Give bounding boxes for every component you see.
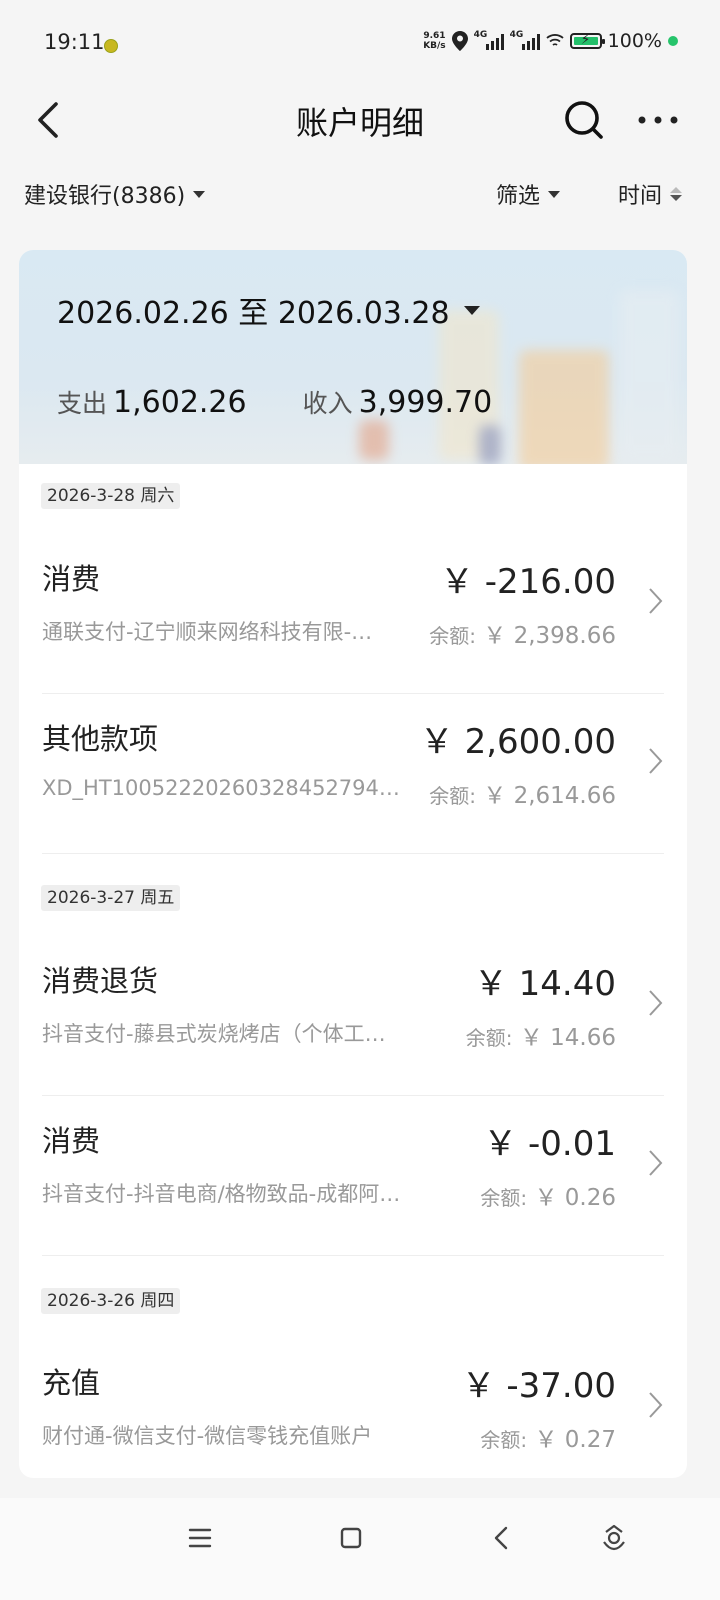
expense-value: 1,602.26 [113,385,247,420]
caret-down-icon [193,190,206,198]
more-dots-icon [638,116,678,124]
balance-value: ￥ 2,614.66 [483,783,616,809]
balance-label: 余额: [465,1026,513,1050]
transaction-type: 充值 [42,1366,101,1400]
signal-label-1: 4G [473,30,488,40]
search-icon [565,101,603,139]
chevron-right-icon [649,1150,663,1176]
balance-label: 余额: [480,1428,528,1452]
transaction-row[interactable]: 消费退货 ￥ 14.40 抖音支付-藤县式炭烧烤店（个体工商… 余额: ￥ 14… [19,936,687,1096]
filter-label: 筛选 [496,184,541,209]
page-title: 账户明细 [295,104,424,142]
status-indicators: 9.61 KB/s 4G 4G ⚡ 100% [423,30,678,52]
back-nav-button[interactable] [482,1518,522,1558]
balance-label: 余额: [429,784,476,808]
account-label: 建设银行(8386) [24,184,186,209]
chevron-right-icon [649,748,663,774]
net-speed: 9.61 KB/s [423,31,445,51]
search-button[interactable] [562,98,606,142]
balance-value: ￥ 2,398.66 [483,623,616,649]
expense-label: 支出 [57,389,108,418]
home-button[interactable] [331,1518,371,1558]
transactions-card: 2026.02.26 至 2026.03.28 支出 1,602.26 收入 3,9… [19,250,687,1478]
transaction-amount: ￥ 14.40 [473,964,616,1004]
transaction-description: 抖音支付-抖音电商/格物致品-成都阿… [42,1182,401,1206]
balance-value: ￥ 14.66 [519,1025,616,1051]
date-group-header: 2026-3-27 周五 [41,885,181,911]
transaction-row[interactable]: 消费 ￥ -0.01 抖音支付-抖音电商/格物致品-成都阿… 余额: ￥ 0.2… [19,1096,687,1256]
privacy-indicator-dot [668,36,678,46]
income-total: 收入 3,999.70 [303,384,493,420]
battery-icon: ⚡ [569,32,605,49]
signal-icon-2: 4G [509,30,540,50]
balance-value: ￥ 0.27 [534,1427,616,1453]
expense-total: 支出 1,602.26 [57,384,247,420]
transaction-row[interactable]: 消费 ￥ -216.00 通联支付-辽宁顺来网络科技有限-… 余额: ￥ 2,3… [19,534,687,694]
income-value: 3,999.70 [358,385,493,420]
sort-by-time-button[interactable]: 时间 [618,178,683,210]
balance-label: 余额: [480,1186,528,1210]
transaction-description: 财付通-微信支付-微信零钱充值账户 [42,1424,373,1448]
transaction-type: 其他款项 [42,722,159,756]
signal-label-2: 4G [509,30,524,40]
balance-value: ￥ 0.26 [534,1185,616,1211]
assistant-button[interactable] [594,1518,634,1558]
filter-button[interactable]: 筛选 [496,178,561,210]
assistant-icon [603,1524,625,1551]
caret-down-icon [463,305,480,315]
menu-button[interactable] [180,1518,220,1558]
transaction-description: 抖音支付-藤县式炭烧烤店（个体工商… [42,1022,402,1046]
transaction-row[interactable]: 充值 ￥ -37.00 财付通-微信支付-微信零钱充值账户 余额: ￥ 0.27 [19,1338,687,1478]
chevron-right-icon [649,1392,663,1418]
date-group-header: 2026-3-26 周四 [41,1288,181,1314]
location-icon [451,31,468,51]
row-divider [42,853,664,854]
income-label: 收入 [302,389,353,418]
date-range-selector[interactable]: 2026.02.26 至 2026.03.28 [57,288,480,332]
transaction-amount: ￥ -216.00 [439,562,616,602]
summary-banner: 2026.02.26 至 2026.03.28 支出 1,602.26 收入 3,9… [19,250,687,464]
transaction-amount: ￥ -37.00 [461,1366,616,1406]
app-notification-icon [104,39,118,53]
totals: 支出 1,602.26 收入 3,999.70 [57,384,492,420]
chevron-left-icon [38,102,58,138]
wifi-icon [546,34,564,46]
transaction-type: 消费 [42,562,101,596]
signal-icon-1: 4G [473,30,504,50]
transaction-amount: ￥ 2,600.00 [419,722,616,762]
battery-level: 100% [607,30,662,52]
transaction-balance: 余额: ￥ 2,398.66 [429,616,616,650]
status-time: 19:11 [44,30,105,54]
status-bar: 19:11 9.61 KB/s 4G 4G ⚡ 100% [0,0,720,90]
date-group-header: 2026-3-28 周六 [41,483,181,509]
transaction-row[interactable]: 其他款项 ￥ 2,600.00 XD_HT1005222026032845279… [19,694,687,854]
transaction-balance: 余额: ￥ 0.26 [480,1178,616,1212]
balance-label: 余额: [429,624,476,648]
caret-down-icon [548,190,561,198]
sort-label: 时间 [618,184,663,209]
more-button[interactable] [636,104,680,136]
transaction-type: 消费 [42,1124,101,1158]
chevron-right-icon [649,588,663,614]
account-selector[interactable]: 建设银行(8386) [24,178,206,210]
system-nav-bar [0,1498,720,1600]
sort-icon [670,187,683,201]
transaction-description: 通联支付-辽宁顺来网络科技有限-… [42,620,373,644]
row-divider [42,1255,664,1256]
transaction-balance: 余额: ￥ 14.66 [466,1018,616,1052]
menu-icon [188,1528,212,1548]
transaction-balance: 余额: ￥ 0.27 [480,1420,616,1454]
back-button[interactable] [30,98,70,142]
chevron-right-icon [649,990,663,1016]
transaction-type: 消费退货 [42,964,159,998]
back-triangle-icon [494,1526,508,1550]
transaction-description: XD_HT10052220260328452794​98… [42,776,402,800]
transaction-amount: ￥ -0.01 [483,1124,616,1164]
net-speed-unit: KB/s [423,41,446,51]
net-speed-value: 9.61 [423,31,446,41]
transaction-balance: 余额: ￥ 2,614.66 [429,776,616,810]
date-range-label: 2026.02.26 至 2026.03.28 [57,296,450,331]
home-square-icon [340,1527,362,1549]
